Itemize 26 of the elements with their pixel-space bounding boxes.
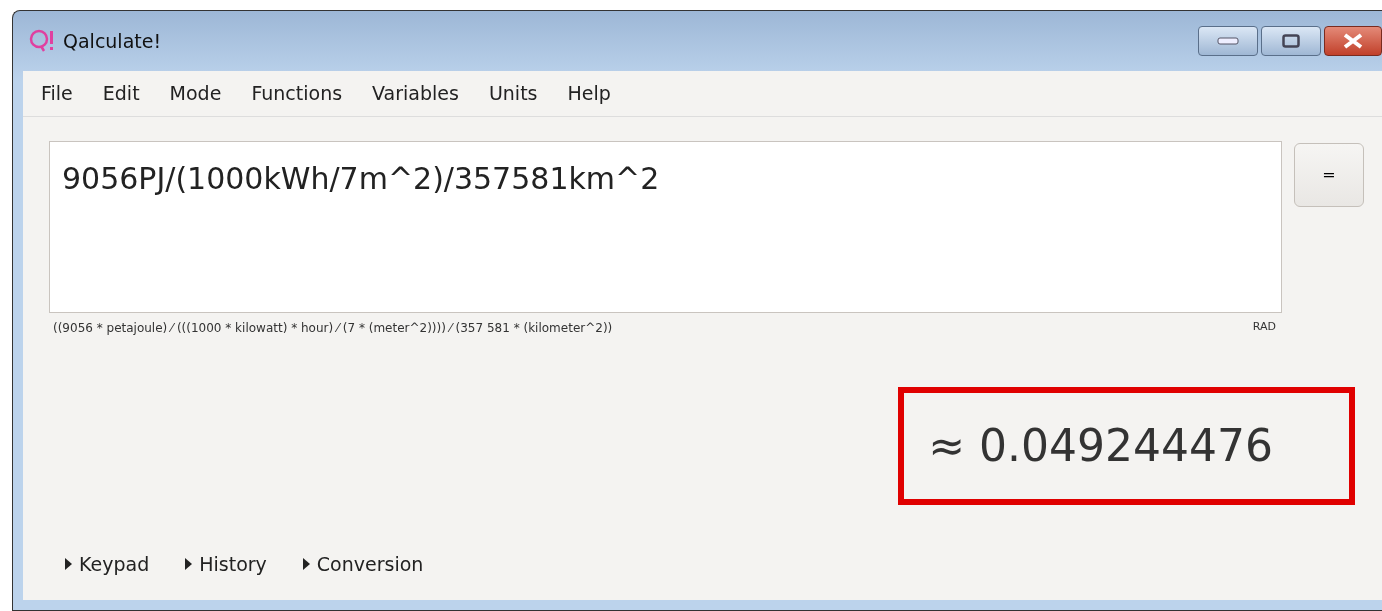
menu-item[interactable]: Functions — [251, 79, 343, 108]
triangle-icon — [63, 557, 73, 570]
triangle-icon — [300, 557, 311, 570]
menu-item[interactable]: Help — [567, 79, 611, 108]
maximize-button[interactable] — [1261, 26, 1321, 56]
angle-mode-label: RAD — [1252, 319, 1276, 335]
menu-item[interactable]: Units — [488, 79, 538, 108]
expander-toggle[interactable]: Conversion — [300, 549, 424, 578]
maximize-icon — [1282, 34, 1300, 48]
minimize-icon — [1217, 37, 1239, 45]
window-title: Qalculate! — [63, 28, 162, 54]
menu-item[interactable]: File — [41, 79, 73, 108]
expression-field[interactable]: 9056PJ/(1000kWh/7m^2)/357581km^2 — [49, 141, 1282, 313]
result-display: ≈ 0.049244476 — [898, 387, 1355, 505]
minimize-button[interactable] — [1198, 26, 1258, 56]
expander-toggle[interactable]: History — [183, 549, 267, 578]
close-icon — [1342, 33, 1364, 49]
parsed-expression: ((9056 * petajoule) ⁄ (((1000 * kilowatt) * hour) ⁄ (7 * (meter^2)))) ⁄ (357 581 * (kilometer^2)) — [53, 320, 613, 337]
close-button[interactable] — [1324, 26, 1382, 56]
triangle-icon — [183, 557, 194, 570]
app-logo-icon — [29, 29, 55, 53]
menu-item[interactable]: Mode — [169, 79, 222, 108]
menu-item[interactable]: Variables — [372, 79, 459, 108]
expander-toggle[interactable]: Keypad — [63, 549, 150, 578]
equals-button[interactable]: = — [1294, 143, 1364, 207]
menu-item[interactable]: Edit — [102, 79, 140, 108]
